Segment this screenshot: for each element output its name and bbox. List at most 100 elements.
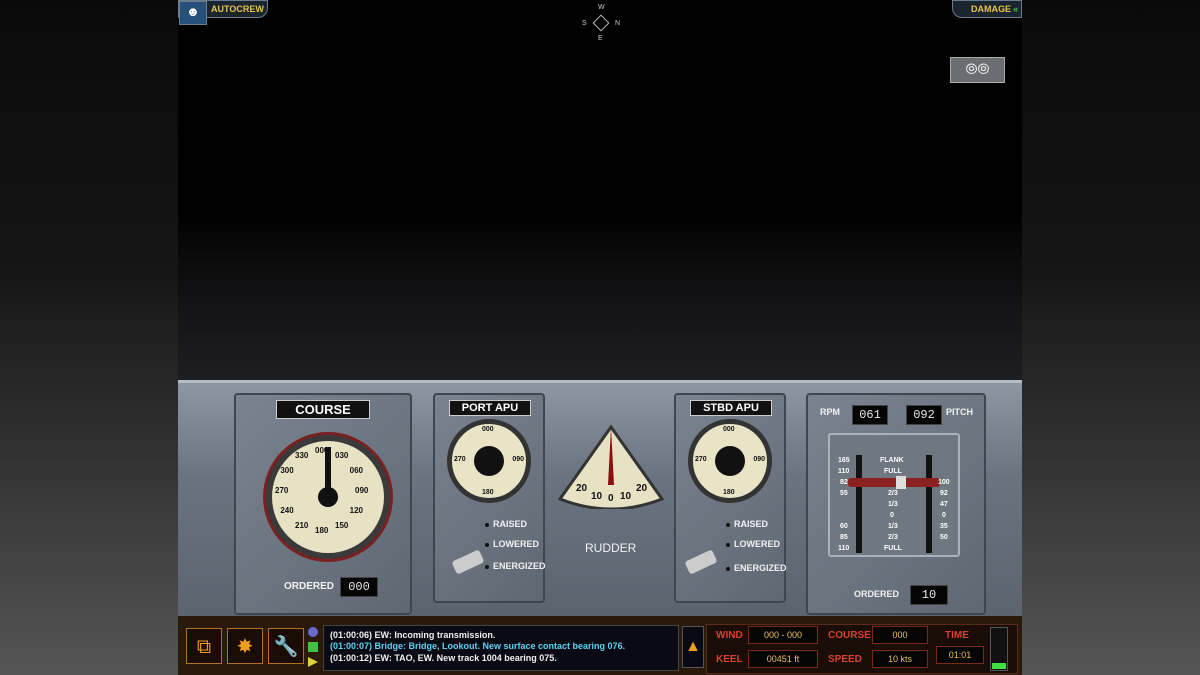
- compass-w: W: [598, 4, 605, 11]
- compass-n: N: [614, 20, 620, 27]
- throttle-pitch-tick: 0: [942, 512, 946, 519]
- throttle-lever[interactable]: [848, 478, 940, 487]
- binoculars-button[interactable]: ⦾⦾: [950, 57, 1005, 83]
- throttle-order-tick: FLANK: [880, 457, 904, 464]
- course-dial[interactable]: 000 030 060 090 120 150 180 210 240 270 300 330: [266, 435, 390, 559]
- port-apu-tick: 180: [482, 489, 494, 496]
- compass-icon: W N S E: [582, 4, 620, 42]
- port-apu-lowered[interactable]: LOWERED: [493, 539, 539, 549]
- stbd-apu-lever[interactable]: [684, 549, 718, 575]
- stbd-apu-tick: 090: [753, 456, 765, 463]
- wrench-icon: 🔧: [273, 636, 299, 658]
- throttle-order-tick: 1/3: [888, 523, 898, 530]
- engine-ordered-readout[interactable]: 10: [910, 585, 948, 605]
- keel-label: KEEL: [716, 654, 743, 665]
- course-tick: 210: [295, 520, 309, 530]
- course-ordered-readout[interactable]: 000: [340, 577, 378, 597]
- throttle-order-tick: 0: [890, 512, 894, 519]
- time-label: TIME: [945, 630, 969, 641]
- port-apu-tick: 270: [454, 456, 466, 463]
- stbd-apu-tick: 270: [695, 456, 707, 463]
- rudder-gauge[interactable]: 20 10 0 10 20: [558, 423, 664, 509]
- circle-icon[interactable]: [308, 627, 318, 637]
- left-letterbox: [0, 0, 178, 675]
- course-tick: 090: [355, 486, 369, 495]
- heading-arrow-icon: ▲: [682, 626, 704, 668]
- stbd-apu-dial[interactable]: 000 090 180 270: [688, 419, 772, 503]
- course-tick: 060: [349, 466, 363, 475]
- throttle-rpm-tick: 60: [840, 523, 848, 530]
- stbd-apu-knob: [715, 446, 745, 476]
- course-title: COURSE: [276, 400, 370, 419]
- damage-control-button[interactable]: ✸: [227, 628, 263, 664]
- rudder-label: RUDDER: [585, 541, 637, 555]
- stbd-apu-panel: STBD APU 000 090 180 270 RAISED LOWERED …: [674, 393, 787, 603]
- port-apu-raised[interactable]: RAISED: [493, 519, 527, 529]
- port-apu-tick: 090: [512, 456, 524, 463]
- stbd-apu-energized[interactable]: ENERGIZED: [734, 563, 787, 573]
- throttle-control[interactable]: 165 110 82 55 60 85 110 FLANK FULL 2/3 1…: [828, 433, 960, 557]
- port-apu-dial[interactable]: 000 090 180 270: [447, 419, 531, 503]
- throttle-handle[interactable]: [896, 476, 906, 489]
- rudder-tick: 20: [576, 483, 588, 494]
- speed-readout: 10 kts: [872, 650, 928, 668]
- time-readout: 01:01: [936, 646, 984, 664]
- throttle-pitch-tick: 92: [940, 490, 948, 497]
- throttle-pitch-tick: 47: [940, 501, 948, 508]
- stbd-apu-lowered[interactable]: LOWERED: [734, 539, 780, 549]
- play-icon[interactable]: [308, 657, 318, 667]
- windows-icon: ⧉: [196, 636, 212, 658]
- autocrew-button[interactable]: ☻ AUTOCREW: [178, 0, 268, 25]
- stbd-apu-raised[interactable]: RAISED: [734, 519, 768, 529]
- heading-arrow-glyph: ▲: [685, 638, 701, 655]
- port-apu-lever[interactable]: [451, 549, 485, 575]
- throttle-order-tick: 1/3: [888, 501, 898, 508]
- throttle-track-right: [926, 455, 932, 553]
- throttle-order-tick: 2/3: [888, 490, 898, 497]
- ocean-view: [178, 0, 1022, 380]
- course-tick: 270: [275, 486, 289, 495]
- throttle-track-left: [856, 455, 862, 553]
- damage-label: DAMAGE: [971, 4, 1011, 14]
- course-tick: 120: [349, 506, 363, 515]
- throttle-rpm-tick: 110: [838, 545, 850, 552]
- port-apu-title: PORT APU: [449, 400, 531, 416]
- throttle-pitch-tick: 35: [940, 523, 948, 530]
- throttle-order-tick: 2/3: [888, 534, 898, 541]
- message-log[interactable]: (01:00:06) EW: Incoming transmission. (0…: [323, 625, 679, 671]
- port-apu-tick: 000: [482, 426, 494, 433]
- course-tick: 030: [335, 451, 349, 461]
- engine-ordered-label: ORDERED: [854, 589, 900, 599]
- stbd-apu-tick: 000: [723, 426, 735, 433]
- chevron-left-icon: «: [1012, 4, 1018, 14]
- repair-button[interactable]: 🔧: [268, 628, 304, 664]
- option-bullet: [726, 567, 730, 571]
- explosion-icon: ✸: [236, 636, 254, 658]
- rudder-tick: 20: [636, 483, 648, 494]
- message-line: (01:00:06) EW: Incoming transmission.: [330, 630, 496, 640]
- message-line: (01:00:12) EW: TAO, EW. New track 1004 b…: [330, 653, 557, 663]
- crew-icon: ☻: [179, 1, 207, 25]
- message-line: (01:00:07) Bridge: Bridge, Lookout. New …: [330, 641, 626, 651]
- option-bullet: [726, 543, 730, 547]
- damage-button[interactable]: DAMAGE «: [952, 0, 1022, 18]
- rudder-tick: 0: [608, 493, 614, 504]
- port-apu-energized[interactable]: ENERGIZED: [493, 561, 546, 571]
- option-bullet: [726, 523, 730, 527]
- port-apu-knob: [474, 446, 504, 476]
- stbd-apu-title: STBD APU: [690, 400, 772, 416]
- throttle-rpm-tick: 82: [840, 479, 848, 486]
- throttle-pitch-tick: 50: [940, 534, 948, 541]
- stbd-apu-tick: 180: [723, 489, 735, 496]
- windows-button[interactable]: ⧉: [186, 628, 222, 664]
- course-tick: 180: [315, 526, 329, 535]
- course-tick: 240: [280, 506, 294, 515]
- course-panel: COURSE 000 030 060 090 120 150 180 210 240 270 300…: [234, 393, 412, 615]
- option-bullet: [485, 523, 489, 527]
- ship-console: COURSE 000 030 060 090 120 150 180 210 240 270 300…: [178, 380, 1022, 619]
- square-icon[interactable]: [308, 642, 318, 652]
- throttle-order-tick: FULL: [884, 545, 902, 552]
- course-tick: 150: [335, 520, 349, 530]
- throttle-rpm-tick: 85: [840, 534, 848, 541]
- speed-label: SPEED: [828, 654, 862, 665]
